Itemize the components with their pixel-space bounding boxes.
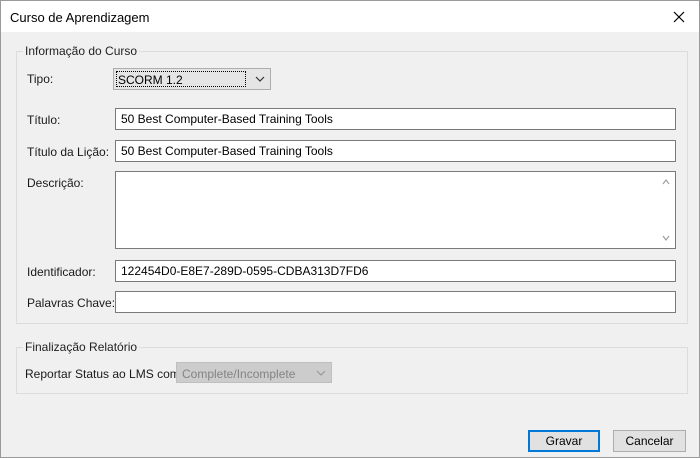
descricao-scrollbar[interactable] xyxy=(658,172,675,248)
cancel-button[interactable]: Cancelar xyxy=(613,430,686,452)
tipo-select-value: SCORM 1.2 xyxy=(116,71,246,87)
tipo-select[interactable]: SCORM 1.2 xyxy=(113,68,271,90)
chevron-down-icon xyxy=(255,76,265,82)
scroll-down-icon[interactable] xyxy=(661,233,671,243)
descricao-label: Descrição: xyxy=(27,176,84,190)
palavras-chave-label: Palavras Chave: xyxy=(27,296,116,310)
titulo-licao-input[interactable]: 50 Best Computer-Based Training Tools xyxy=(115,140,676,162)
titulo-label: Título: xyxy=(27,113,61,127)
course-info-legend: Informação do Curso xyxy=(23,44,140,58)
descricao-textarea[interactable] xyxy=(115,171,676,249)
titulo-input[interactable]: 50 Best Computer-Based Training Tools xyxy=(115,108,676,130)
scroll-up-icon[interactable] xyxy=(661,177,671,187)
close-button[interactable] xyxy=(659,1,699,32)
tipo-label: Tipo: xyxy=(27,72,54,86)
close-icon xyxy=(673,11,685,22)
report-status-select[interactable]: Complete/Incomplete xyxy=(176,362,332,383)
save-button[interactable]: Gravar xyxy=(528,430,600,452)
palavras-chave-input[interactable] xyxy=(115,291,676,313)
chevron-down-icon xyxy=(316,370,326,376)
window-title: Curso de Aprendizagem xyxy=(10,10,150,25)
titulo-licao-label: Título da Lição: xyxy=(27,145,110,159)
report-legend: Finalização Relatório xyxy=(23,340,140,354)
identificador-label: Identificador: xyxy=(27,265,96,279)
report-status-label: Reportar Status ao LMS como: xyxy=(25,367,190,381)
report-status-value: Complete/Incomplete xyxy=(182,367,296,381)
dialog-window: Curso de Aprendizagem Informação do Curs… xyxy=(0,0,700,458)
identificador-input[interactable]: 122454D0-E8E7-289D-0595-CDBA313D7FD6 xyxy=(115,260,676,282)
title-bar: Curso de Aprendizagem xyxy=(1,1,699,32)
